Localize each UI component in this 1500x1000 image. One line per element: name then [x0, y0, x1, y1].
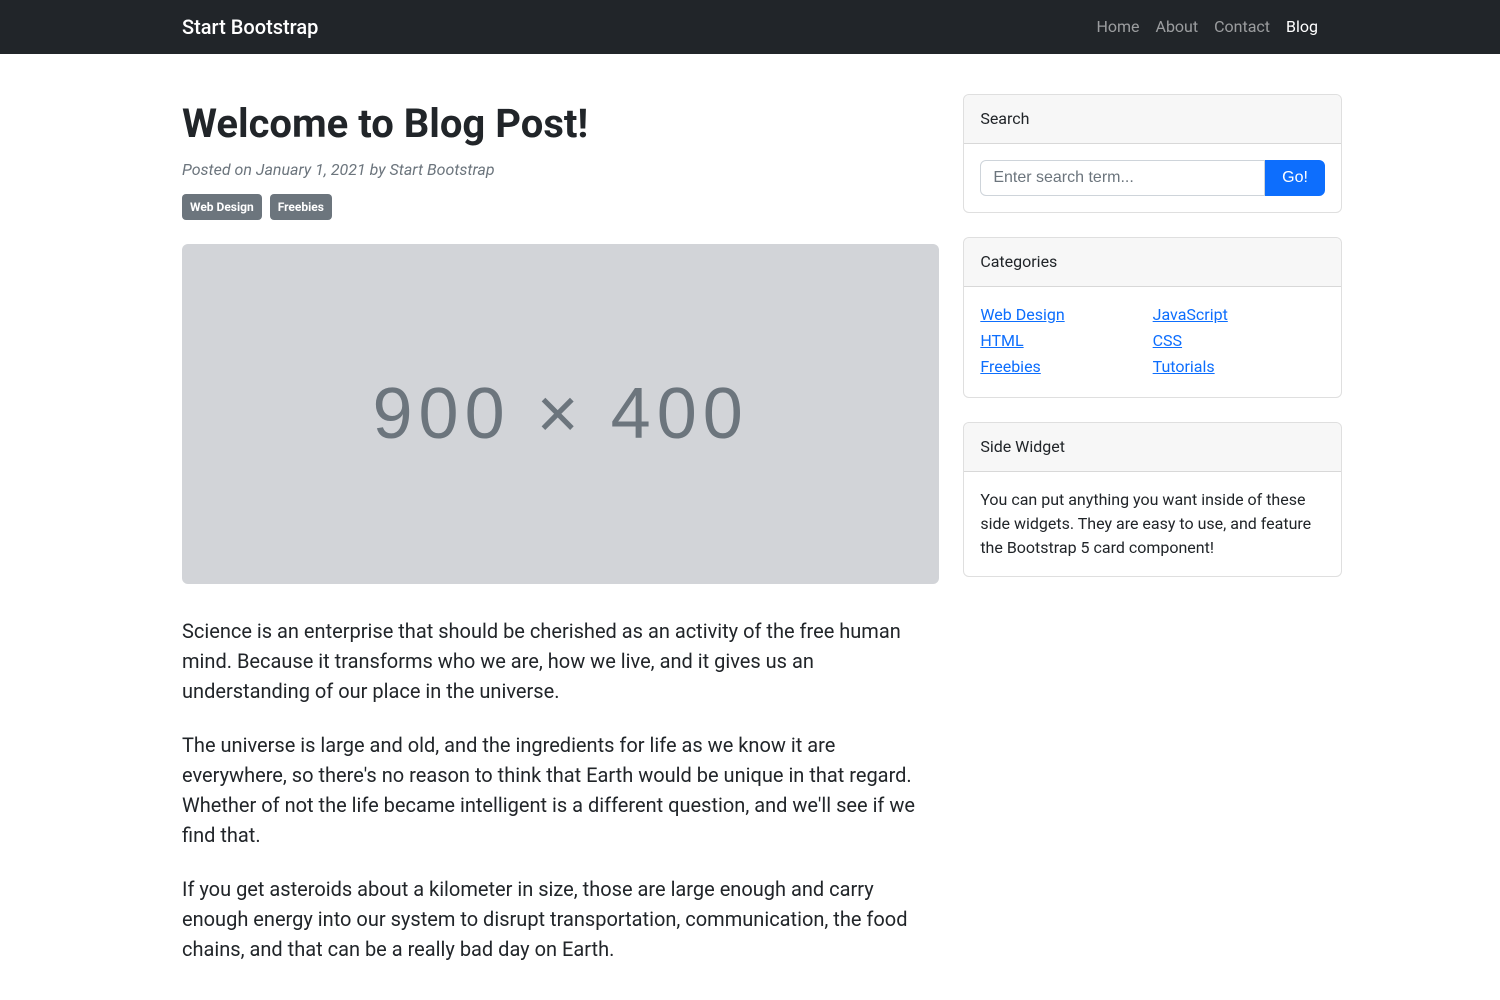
search-card: Search Go!: [963, 94, 1342, 213]
sidebar-column: Search Go! Categories Web Design: [963, 94, 1342, 988]
post-header: Welcome to Blog Post! Posted on January …: [182, 94, 939, 220]
category-link-freebies[interactable]: Freebies: [980, 357, 1041, 376]
nav-link-contact[interactable]: Contact: [1214, 17, 1270, 36]
side-widget-text: You can put anything you want inside of …: [980, 488, 1325, 560]
post-paragraph: Science is an enterprise that should be …: [182, 616, 939, 706]
categories-list-col1: Web Design HTML Freebies: [980, 303, 1152, 379]
post-title: Welcome to Blog Post!: [182, 94, 939, 154]
post-image-placeholder-text: 900 × 400: [373, 360, 749, 468]
categories-card: Categories Web Design HTML Freebies: [963, 237, 1342, 398]
categories-header: Categories: [964, 238, 1341, 287]
nav-link-home[interactable]: Home: [1096, 17, 1139, 36]
badge-freebies[interactable]: Freebies: [270, 194, 332, 220]
post-meta: Posted on January 1, 2021 by Start Boots…: [182, 158, 939, 182]
nav-link-about[interactable]: About: [1156, 17, 1199, 36]
side-widget-header: Side Widget: [964, 423, 1341, 472]
categories-list-col2: JavaScript CSS Tutorials: [1153, 303, 1325, 379]
badge-web-design[interactable]: Web Design: [182, 194, 262, 220]
post-paragraph: The universe is large and old, and the i…: [182, 730, 939, 850]
navbar-nav: Home About Contact Blog: [1096, 15, 1318, 39]
navbar: Start Bootstrap Home About Contact Blog: [0, 0, 1500, 54]
navbar-brand[interactable]: Start Bootstrap: [182, 12, 318, 42]
post-image: 900 × 400: [182, 244, 939, 584]
search-button[interactable]: Go!: [1265, 160, 1325, 196]
category-link-javascript[interactable]: JavaScript: [1153, 305, 1228, 324]
search-header: Search: [964, 95, 1341, 144]
post-badges: Web Design Freebies: [182, 194, 939, 220]
category-link-tutorials[interactable]: Tutorials: [1153, 357, 1215, 376]
main-column: Welcome to Blog Post! Posted on January …: [182, 94, 939, 988]
category-link-css[interactable]: CSS: [1153, 331, 1182, 350]
side-widget-card: Side Widget You can put anything you wan…: [963, 422, 1342, 577]
search-input[interactable]: [980, 160, 1265, 196]
blog-post: Welcome to Blog Post! Posted on January …: [182, 94, 939, 964]
category-link-web-design[interactable]: Web Design: [980, 305, 1064, 324]
nav-link-blog[interactable]: Blog: [1286, 17, 1318, 36]
post-paragraph: If you get asteroids about a kilometer i…: [182, 874, 939, 964]
category-link-html[interactable]: HTML: [980, 331, 1023, 350]
post-content: Science is an enterprise that should be …: [182, 616, 939, 964]
search-input-group: Go!: [980, 160, 1325, 196]
